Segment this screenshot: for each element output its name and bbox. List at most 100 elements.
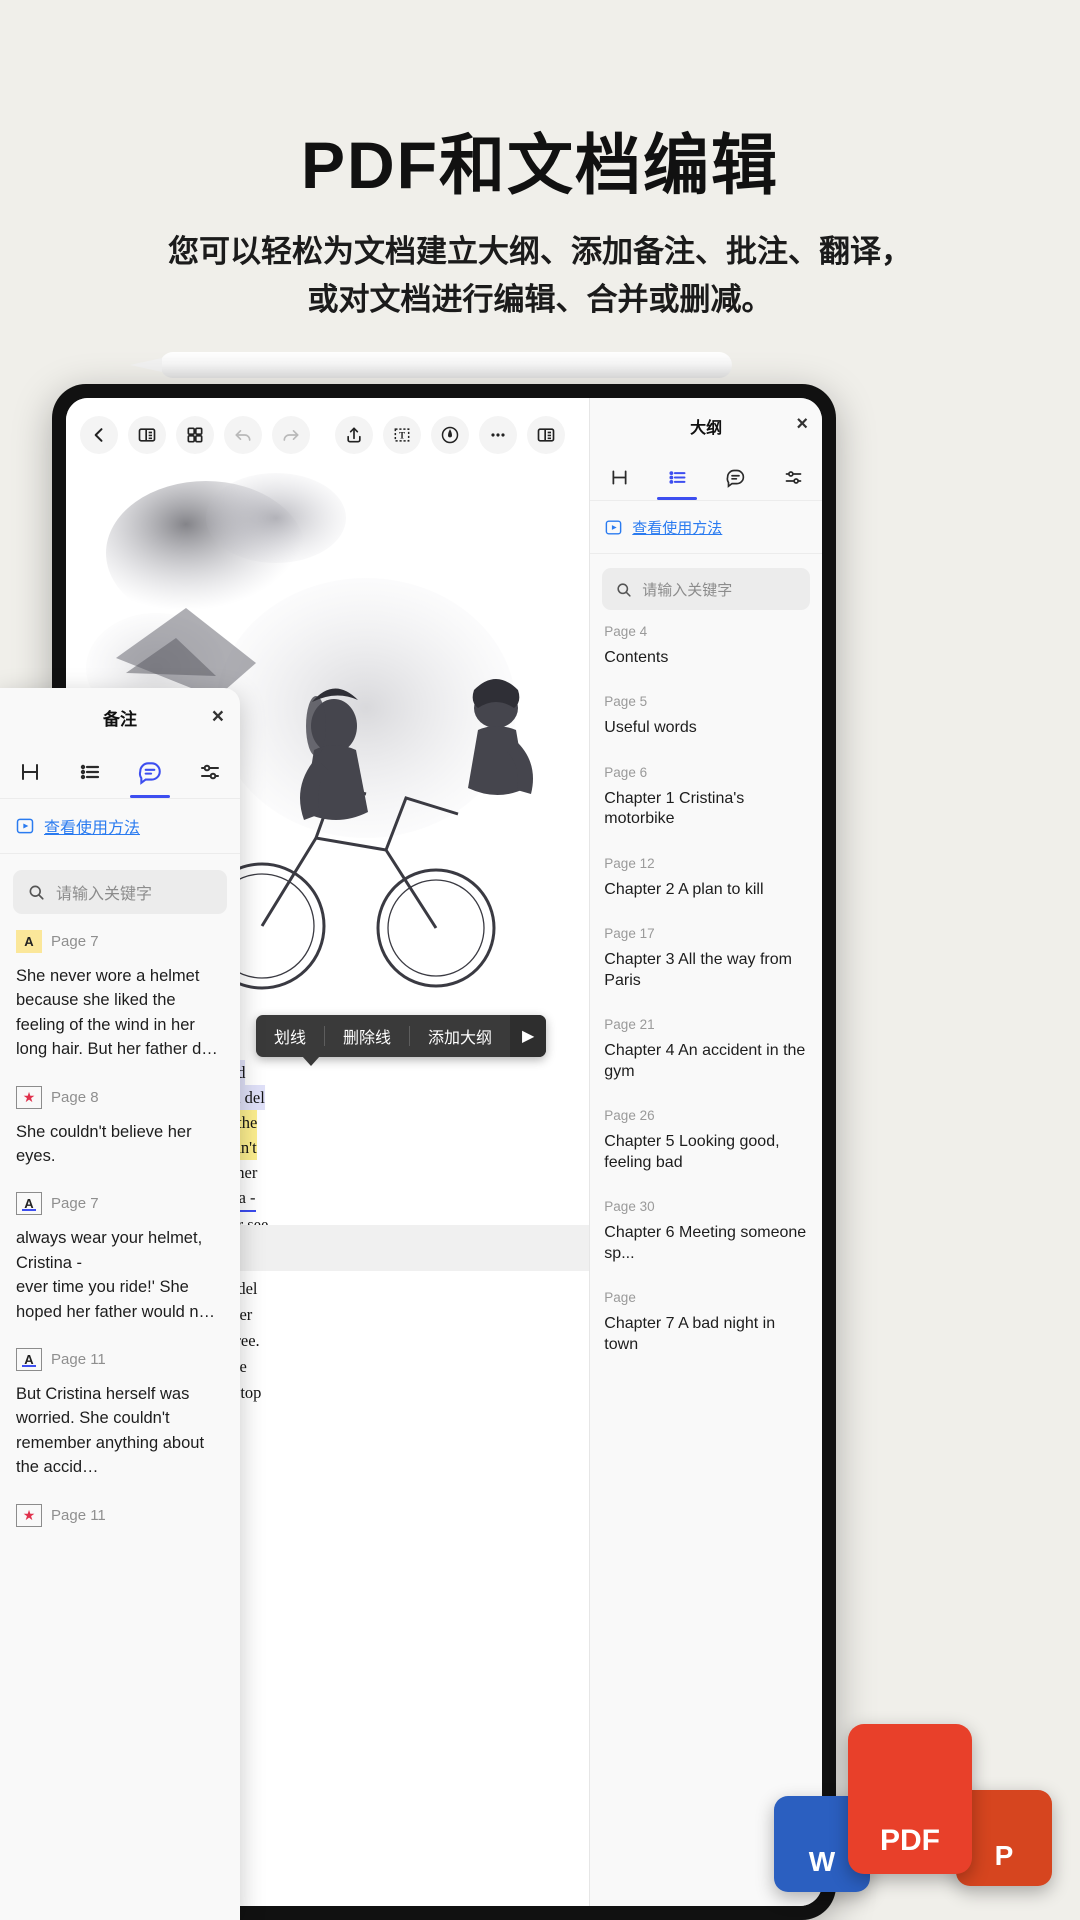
text-box-icon[interactable]: T [383, 416, 421, 454]
underline-badge-icon: A [16, 1192, 42, 1215]
star-badge-icon: ★ [16, 1086, 42, 1109]
tab-bookmark[interactable] [590, 454, 648, 500]
close-icon[interactable]: × [796, 414, 808, 434]
outline-panel-header: 大纲 × [590, 398, 822, 454]
note-item[interactable]: ★ Page 11 [16, 1504, 224, 1527]
note-item-header: A Page 7 [16, 1192, 224, 1215]
outline-item[interactable]: Page Chapter 7 A bad night in town [604, 1290, 808, 1355]
outline-item-title: Chapter 4 An accident in the gym [604, 1041, 808, 1082]
selection-option-underline[interactable]: 划线 [256, 1024, 324, 1048]
play-video-icon [15, 816, 35, 836]
search-icon [27, 883, 45, 901]
outline-item-page: Page 17 [604, 926, 808, 941]
tab-comment[interactable] [706, 454, 764, 500]
pen-icon[interactable] [431, 416, 469, 454]
search-icon [615, 581, 632, 598]
close-icon[interactable]: × [212, 706, 224, 727]
notes-panel: 备注 × 查看使用方法 请输入关键字 A Page 7 She never wo… [0, 688, 240, 1920]
outline-item-title: Chapter 5 Looking good, feeling bad [604, 1132, 808, 1173]
notes-panel-title: 备注 [103, 705, 137, 730]
stylus-pen [160, 352, 732, 378]
outline-panel-title: 大纲 [690, 414, 722, 438]
notes-search-input[interactable]: 请输入关键字 [13, 870, 227, 914]
outline-item[interactable]: Page 17 Chapter 3 All the way from Paris [604, 926, 808, 991]
panel-toggle-icon[interactable] [527, 416, 565, 454]
outline-item[interactable]: Page 26 Chapter 5 Looking good, feeling … [604, 1108, 808, 1173]
outline-item[interactable]: Page 30 Chapter 6 Meeting someone sp... [604, 1199, 808, 1264]
outline-item[interactable]: Page 6 Chapter 1 Cristina's motorbike [604, 765, 808, 830]
selection-option-add-outline[interactable]: 添加大纲 [410, 1024, 510, 1048]
outline-item-title: Chapter 3 All the way from Paris [604, 950, 808, 991]
note-item-page: Page 11 [51, 1351, 106, 1368]
outline-search-placeholder: 请输入关键字 [642, 579, 732, 600]
outline-items-list: Page 4 Contents Page 5 Useful words Page… [590, 614, 822, 1355]
selection-toolbar[interactable]: 划线 删除线 添加大纲 ▶ [256, 1015, 546, 1057]
page-subtitle: 您可以轻松为文档建立大纲、添加备注、批注、翻译， 或对文档进行编辑、合并或删减。 [0, 228, 1080, 324]
notes-howto-label: 查看使用方法 [44, 814, 140, 838]
play-video-icon [604, 518, 623, 537]
note-item[interactable]: A Page 11 But Cristina herself was worri… [16, 1348, 224, 1480]
tab-outline[interactable] [648, 454, 706, 500]
star-badge-icon: ★ [16, 1504, 42, 1527]
outline-item-title: Chapter 2 A plan to kill [604, 880, 808, 900]
notes-panel-tabs [0, 746, 240, 798]
tab-comment[interactable] [120, 746, 180, 798]
outline-item-page: Page 6 [604, 765, 808, 780]
note-item-page: Page 7 [51, 1195, 99, 1212]
tab-outline[interactable] [60, 746, 120, 798]
note-item-page: Page 7 [51, 933, 99, 950]
outline-search-input[interactable]: 请输入关键字 [602, 568, 810, 610]
note-item-header: ★ Page 11 [16, 1504, 224, 1527]
notes-howto-link[interactable]: 查看使用方法 [0, 798, 240, 854]
share-icon[interactable] [335, 416, 373, 454]
redo-icon[interactable] [272, 416, 310, 454]
note-item-text: She couldn't believe her eyes. [16, 1120, 224, 1169]
tab-settings[interactable] [180, 746, 240, 798]
note-item-text: always wear your helmet, Cristina - ever… [16, 1226, 224, 1324]
document-toolbar: T [66, 398, 589, 472]
highlight-badge-icon: A [16, 930, 42, 953]
notes-panel-header: 备注 × [0, 688, 240, 746]
outline-item[interactable]: Page 4 Contents [604, 624, 808, 668]
tab-bookmark[interactable] [0, 746, 60, 798]
outline-item-page: Page 21 [604, 1017, 808, 1032]
outline-item-page: Page 26 [604, 1108, 808, 1123]
subtitle-line-2: 或对文档进行编辑、合并或删减。 [0, 276, 1080, 324]
outline-item-title: Chapter 6 Meeting someone sp... [604, 1223, 808, 1264]
grid-icon[interactable] [176, 416, 214, 454]
undo-icon[interactable] [224, 416, 262, 454]
note-item-page: Page 8 [51, 1089, 99, 1106]
notes-items-list: A Page 7 She never wore a helmet because… [0, 920, 240, 1527]
selection-next-arrow-icon[interactable]: ▶ [510, 1015, 546, 1057]
notes-search-placeholder: 请输入关键字 [56, 880, 152, 904]
sidebar-icon[interactable] [128, 416, 166, 454]
note-item[interactable]: A Page 7 She never wore a helmet because… [16, 930, 224, 1062]
note-item-text: But Cristina herself was worried. She co… [16, 1382, 224, 1480]
underline-badge-icon: A [16, 1348, 42, 1371]
outline-howto-link[interactable]: 查看使用方法 [590, 500, 822, 554]
outline-item-page: Page [604, 1290, 808, 1305]
file-type-badges: W P PDF [766, 1712, 1052, 1892]
note-item-header: ★ Page 8 [16, 1086, 224, 1109]
outline-item[interactable]: Page 12 Chapter 2 A plan to kill [604, 856, 808, 900]
note-item-header: A Page 7 [16, 930, 224, 953]
back-icon[interactable] [80, 416, 118, 454]
page-title: PDF和文档编辑 [0, 112, 1080, 208]
outline-item-title: Contents [604, 648, 808, 668]
tab-settings[interactable] [764, 454, 822, 500]
subtitle-line-1: 您可以轻松为文档建立大纲、添加备注、批注、翻译， [0, 228, 1080, 276]
svg-text:T: T [399, 431, 405, 441]
outline-item[interactable]: Page 21 Chapter 4 An accident in the gym [604, 1017, 808, 1082]
selection-option-strikethrough[interactable]: 删除线 [325, 1024, 409, 1048]
outline-item-page: Page 4 [604, 624, 808, 639]
note-item[interactable]: A Page 7 always wear your helmet, Cristi… [16, 1192, 224, 1324]
outline-item-title: Useful words [604, 718, 808, 738]
outline-howto-label: 查看使用方法 [632, 517, 722, 538]
note-item-text: She never wore a helmet because she like… [16, 964, 224, 1062]
pdf-file-icon: PDF [848, 1724, 972, 1874]
note-item[interactable]: ★ Page 8 She couldn't believe her eyes. [16, 1086, 224, 1169]
outline-item-title: Chapter 7 A bad night in town [604, 1314, 808, 1355]
outline-item[interactable]: Page 5 Useful words [604, 694, 808, 738]
outline-item-title: Chapter 1 Cristina's motorbike [604, 789, 808, 830]
more-icon[interactable] [479, 416, 517, 454]
